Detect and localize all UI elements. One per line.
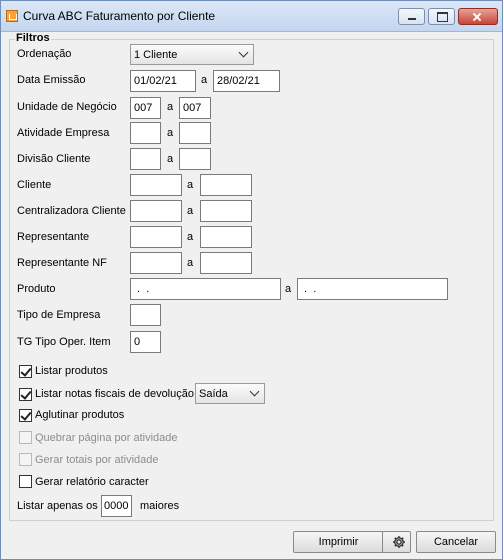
cliente-to-input[interactable] <box>200 174 252 196</box>
tg-tipo-oper-input[interactable]: 0 <box>130 331 161 353</box>
ordenacao-label: Ordenação <box>17 48 72 60</box>
data-emissao-from-input[interactable]: 01/02/21 <box>130 70 196 92</box>
quebrar-pagina-checkbox <box>19 431 32 444</box>
representante-nf-sep: a <box>187 257 194 269</box>
listar-notas-select-value: Saída <box>199 388 228 400</box>
cliente-sep: a <box>187 179 194 191</box>
gerar-relatorio-checkbox[interactable] <box>19 475 32 488</box>
representante-nf-to-input[interactable] <box>200 252 252 274</box>
divisao-cliente-from-input[interactable] <box>130 148 161 170</box>
listar-apenas-prefix: Listar apenas os <box>17 500 98 512</box>
minimize-button[interactable] <box>398 8 425 25</box>
representante-sep: a <box>187 231 194 243</box>
cancel-button[interactable]: Cancelar <box>416 531 496 553</box>
ordenacao-value: 1 Cliente <box>134 49 178 61</box>
divisao-cliente-sep: a <box>167 153 174 165</box>
gerar-totais-checkbox <box>19 453 32 466</box>
produto-to-input[interactable]: . . <box>297 278 448 300</box>
data-emissao-label: Data Emissão <box>17 74 86 86</box>
unidade-negocio-label: Unidade de Negócio <box>17 101 117 113</box>
listar-notas-select[interactable]: Saída <box>195 383 265 404</box>
tipo-empresa-label: Tipo de Empresa <box>17 309 101 321</box>
print-button[interactable]: Imprimir <box>293 531 384 553</box>
aglutinar-label: Aglutinar produtos <box>35 409 125 421</box>
print-button-label: Imprimir <box>318 536 359 548</box>
cliente-label: Cliente <box>17 179 52 191</box>
listar-notas-checkbox[interactable] <box>19 388 32 401</box>
divisao-cliente-to-input[interactable] <box>179 148 211 170</box>
atividade-empresa-to-input[interactable] <box>179 122 211 144</box>
representante-to-input[interactable] <box>200 226 252 248</box>
produto-label: Produto <box>17 283 56 295</box>
cliente-from-input[interactable] <box>130 174 182 196</box>
unidade-negocio-from-input[interactable]: 007 <box>130 97 161 119</box>
listar-notas-label: Listar notas fiscais de devolução <box>35 388 194 400</box>
produto-from-input[interactable]: . . <box>130 278 281 300</box>
settings-button[interactable] <box>382 531 411 553</box>
representante-nf-from-input[interactable] <box>130 252 182 274</box>
centralizadora-from-input[interactable] <box>130 200 182 222</box>
atividade-empresa-label: Atividade Empresa <box>17 127 110 139</box>
data-emissao-to-input[interactable]: 28/02/21 <box>213 70 280 92</box>
close-button[interactable] <box>458 8 498 25</box>
maximize-button[interactable] <box>428 8 455 25</box>
chevron-down-icon <box>238 47 249 58</box>
atividade-empresa-from-input[interactable] <box>130 122 161 144</box>
listar-produtos-checkbox[interactable] <box>19 365 32 378</box>
atividade-empresa-sep: a <box>167 127 174 139</box>
centralizadora-to-input[interactable] <box>200 200 252 222</box>
report-window: Curva ABC Faturamento por Cliente Filtro… <box>0 0 503 560</box>
unidade-negocio-to-input[interactable]: 007 <box>179 97 211 119</box>
listar-produtos-label: Listar produtos <box>35 365 108 377</box>
cancel-button-label: Cancelar <box>433 536 479 548</box>
centralizadora-sep: a <box>187 205 194 217</box>
representante-nf-label: Representante NF <box>17 257 107 269</box>
aglutinar-checkbox[interactable] <box>19 409 32 422</box>
quebrar-pagina-label: Quebrar página por atividade <box>35 432 178 444</box>
gear-icon <box>393 536 405 548</box>
centralizadora-label: Centralizadora Cliente <box>17 205 126 217</box>
listar-apenas-suffix: maiores <box>140 500 180 512</box>
title-bar: Curva ABC Faturamento por Cliente <box>1 1 502 32</box>
tipo-empresa-input[interactable] <box>130 304 161 326</box>
divisao-cliente-label: Divisão Cliente <box>17 153 91 165</box>
ordenacao-select[interactable]: 1 Cliente <box>130 44 254 65</box>
window-title: Curva ABC Faturamento por Cliente <box>23 9 216 23</box>
gerar-totais-label: Gerar totais por atividade <box>35 454 159 466</box>
representante-from-input[interactable] <box>130 226 182 248</box>
unidade-negocio-sep: a <box>167 101 174 113</box>
representante-label: Representante <box>17 231 90 243</box>
data-emissao-sep: a <box>201 74 208 86</box>
filters-group-title: Filtros <box>15 32 51 44</box>
gerar-relatorio-label: Gerar relatório caracter <box>35 476 149 488</box>
listar-apenas-input[interactable]: 0000 <box>101 495 132 517</box>
app-home-icon <box>6 10 18 22</box>
chevron-down-icon <box>249 386 260 397</box>
produto-sep: a <box>285 283 292 295</box>
tg-tipo-oper-label: TG Tipo Oper. Item <box>17 336 111 348</box>
